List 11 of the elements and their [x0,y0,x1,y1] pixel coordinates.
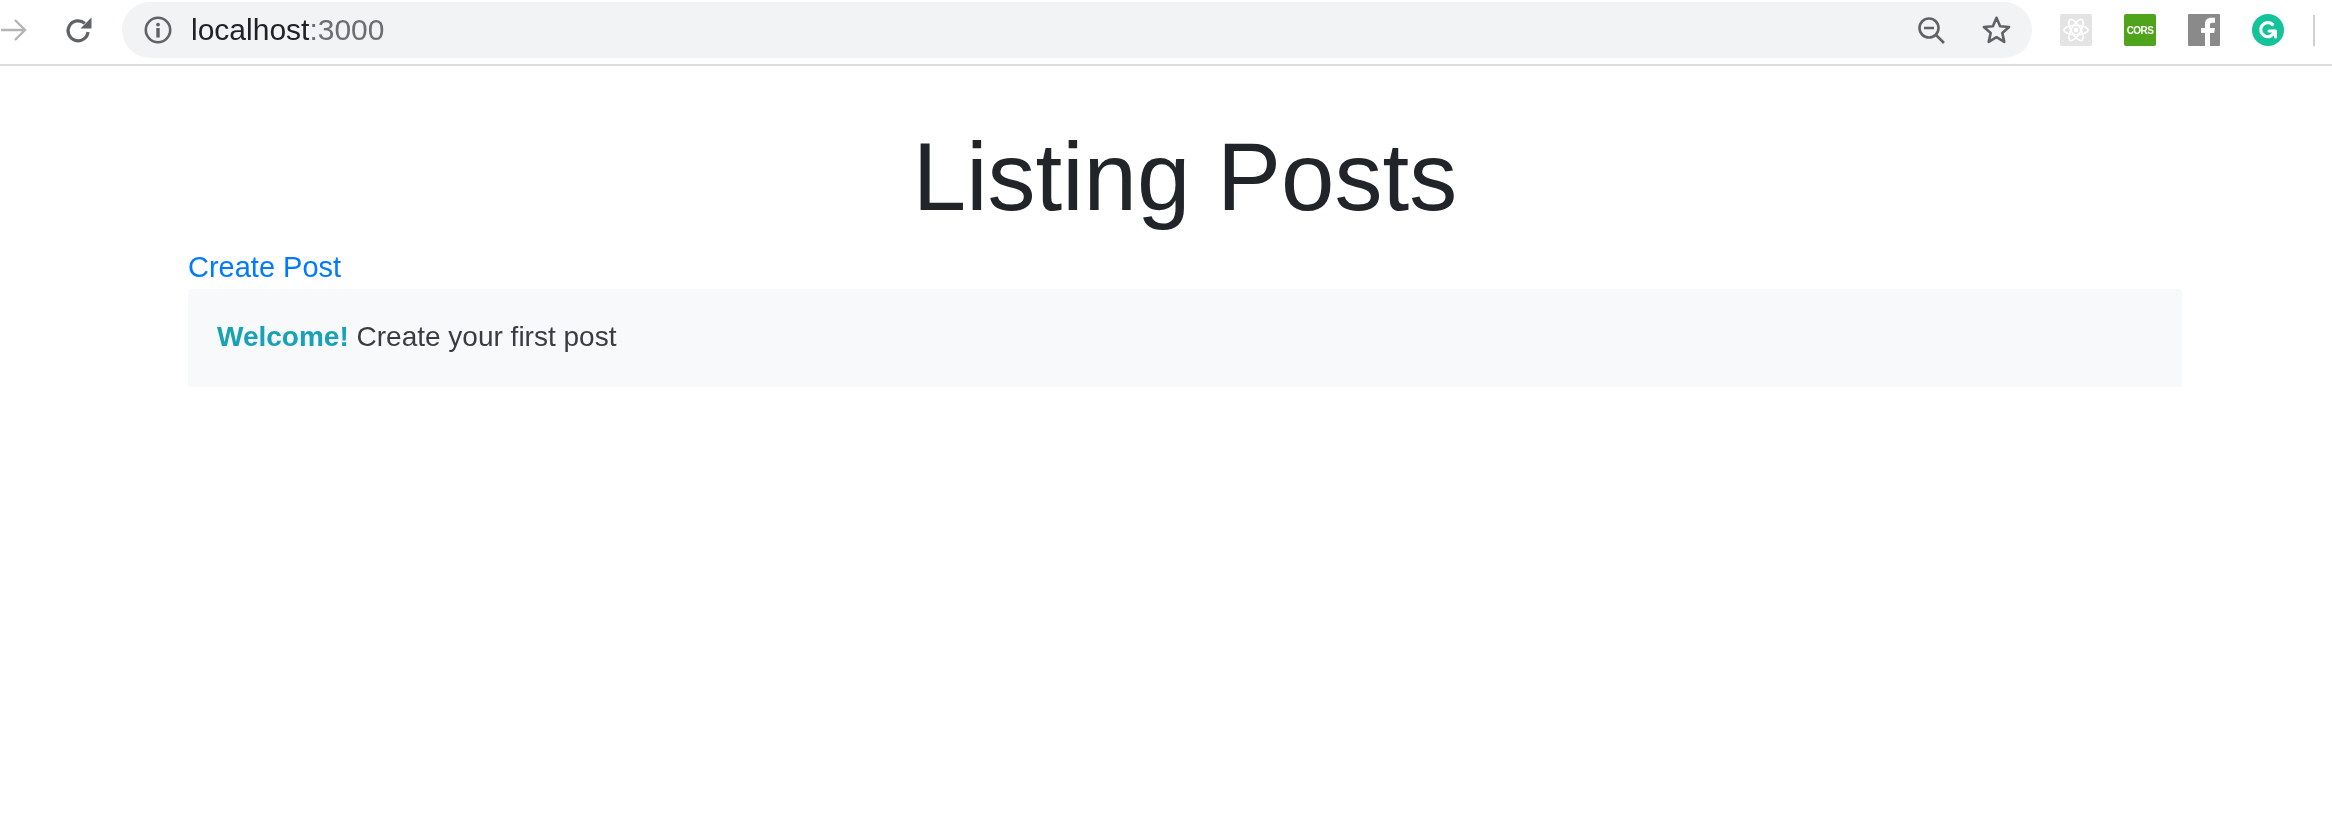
welcome-alert: Welcome! Create your first post [188,289,2182,388]
f-logo-icon[interactable] [2188,14,2220,46]
info-icon[interactable] [144,16,172,44]
extension-button[interactable]: CORS [2124,14,2156,46]
create-post-link[interactable]: Create Post [188,251,342,284]
reload-icon[interactable] [65,16,92,44]
url-text: localhost:3000 [191,13,386,47]
page-title: Listing Posts [911,122,1459,232]
star-icon[interactable] [1982,16,2011,44]
zoom-out-icon[interactable] [1918,16,1945,44]
address-bar[interactable]: localhost:3000 [122,2,2032,58]
